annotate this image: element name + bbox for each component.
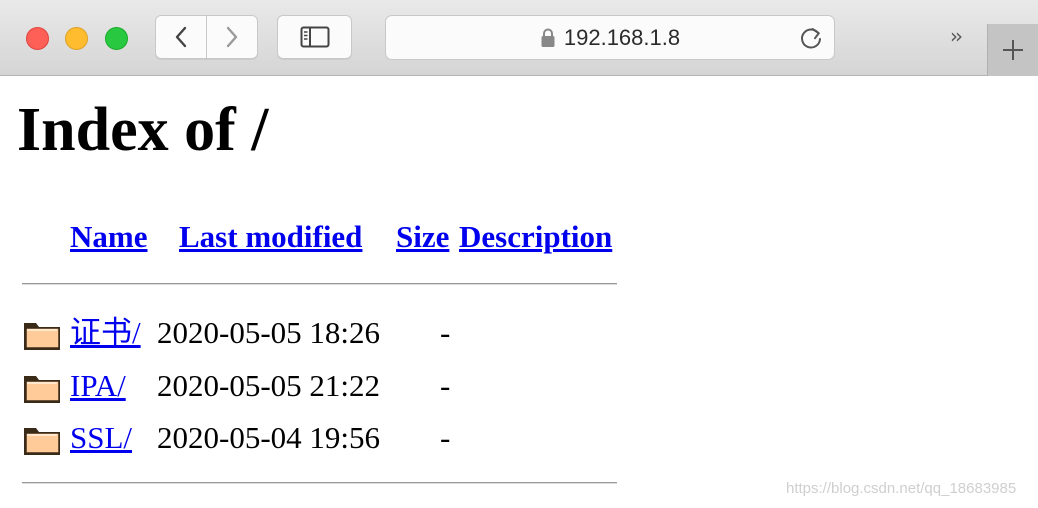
entry-last-modified: 2020-05-05 21:22 (157, 368, 381, 403)
folder-icon (24, 376, 60, 403)
table-row: 证书/ 2020-05-05 18:26 - (0, 313, 700, 357)
sidebar-toggle-button[interactable] (277, 15, 352, 59)
column-header-name[interactable]: Name (70, 218, 147, 256)
minimize-window-button[interactable] (65, 27, 88, 50)
entry-last-modified: 2020-05-04 19:56 (157, 420, 381, 455)
header-divider (22, 283, 617, 285)
lock-icon (541, 28, 555, 47)
folder-icon (24, 428, 60, 455)
column-header-size[interactable]: Size (396, 218, 449, 256)
entry-last-modified: 2020-05-05 18:26 (157, 315, 381, 350)
sidebar-icon (300, 26, 329, 48)
chevron-right-icon (226, 26, 238, 48)
new-tab-button[interactable] (987, 24, 1038, 76)
entry-link[interactable]: IPA/ (70, 367, 126, 405)
entry-size: - (440, 315, 451, 350)
back-button[interactable] (155, 15, 207, 59)
plus-icon (1003, 40, 1023, 60)
forward-button[interactable] (206, 15, 258, 59)
address-text: 192.168.1.8 (563, 24, 681, 50)
folder-icon (24, 323, 60, 350)
entry-link[interactable]: 证书/ (70, 314, 141, 352)
entry-size: - (440, 368, 451, 403)
watermark: https://blog.csdn.net/qq_18683985 (786, 480, 1017, 497)
address-bar[interactable]: 192.168.1.8 (385, 15, 835, 60)
page-title: Index of / (17, 96, 269, 164)
entry-size: - (440, 420, 451, 455)
more-toolbar-items-icon[interactable]: ›› (950, 24, 963, 48)
browser-toolbar: 192.168.1.8 ›› (0, 0, 1038, 76)
column-header-last-modified[interactable]: Last modified (179, 218, 362, 256)
reload-icon[interactable] (798, 25, 824, 51)
table-row: SSL/ 2020-05-04 19:56 - (0, 418, 700, 462)
footer-divider (22, 482, 617, 484)
column-header-description[interactable]: Description (459, 218, 612, 256)
table-row: IPA/ 2020-05-05 21:22 - (0, 366, 700, 410)
zoom-window-button[interactable] (105, 27, 128, 50)
chevron-left-icon (175, 26, 187, 48)
entry-link[interactable]: SSL/ (70, 419, 132, 457)
close-window-button[interactable] (26, 27, 49, 50)
